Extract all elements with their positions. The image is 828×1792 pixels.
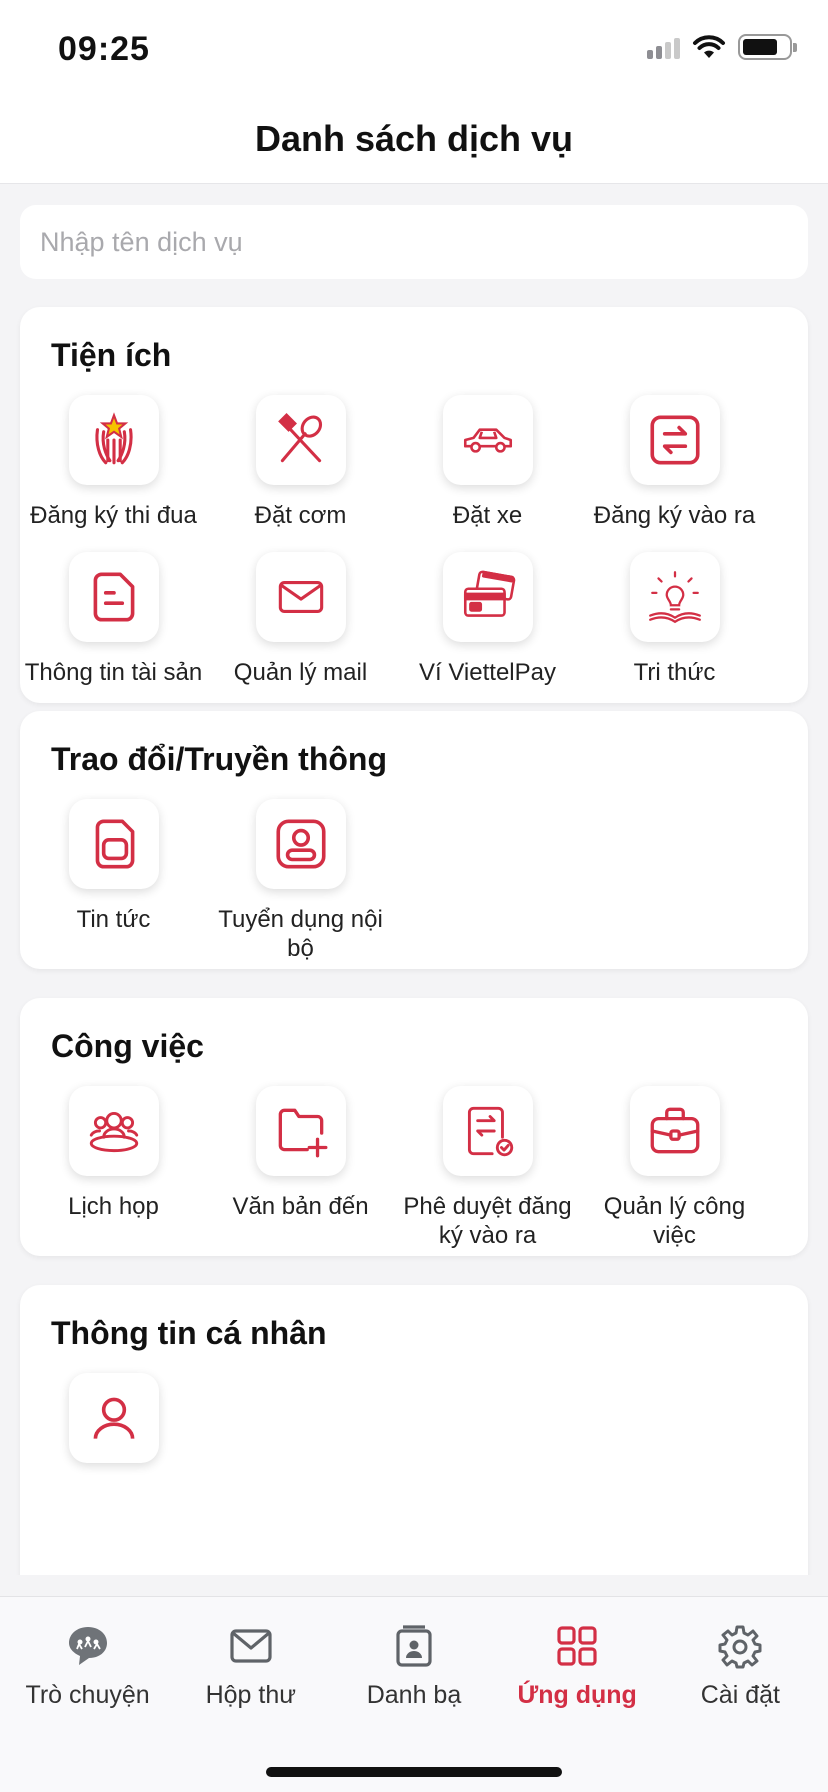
profile-icon bbox=[68, 1373, 159, 1463]
chat-icon bbox=[68, 1627, 107, 1665]
service-label: Đăng ký thi đua bbox=[30, 502, 197, 529]
section-title: Thông tin cá nhân bbox=[51, 1315, 327, 1351]
service-list[interactable]: Tiện ích Đăng ký thi đua bbox=[0, 185, 828, 1575]
status-icons bbox=[647, 34, 797, 60]
service-label: Đặt cơm bbox=[254, 502, 347, 529]
section-title: Công việc bbox=[51, 1028, 204, 1064]
header: Danh sách dịch vụ bbox=[0, 100, 828, 184]
service-label: Lịch họp bbox=[68, 1193, 159, 1220]
folder-add-icon bbox=[255, 1086, 346, 1176]
approve-document-icon bbox=[442, 1086, 533, 1176]
mail-icon bbox=[230, 1629, 272, 1663]
meeting-icon bbox=[68, 1086, 159, 1176]
bottom-tab-bar: Trò chuyện Hộp thư Danh bạ Ứng dụng Cài … bbox=[0, 1596, 828, 1792]
service-quan-ly-mail[interactable]: Quản lý mail bbox=[207, 552, 394, 687]
service-label: Phê duyệt đăng ký vào ra bbox=[403, 1193, 572, 1249]
tab-label: Trò chuyện bbox=[25, 1681, 150, 1709]
tab-hop-thu[interactable]: Hộp thư bbox=[176, 1623, 326, 1710]
service-label: Quản lý công việc bbox=[603, 1193, 746, 1249]
cutlery-icon bbox=[255, 395, 346, 485]
service-label: Đăng ký vào ra bbox=[593, 502, 756, 529]
service-label: Tuyển dụng nội bộ bbox=[218, 906, 383, 962]
service-partially-hidden[interactable] bbox=[20, 1373, 207, 1463]
service-dang-ky-thi-dua[interactable]: Đăng ký thi đua bbox=[20, 395, 207, 530]
cellular-signal-icon bbox=[647, 35, 680, 59]
service-van-ban-den[interactable]: Văn bản đến bbox=[207, 1086, 394, 1250]
service-dat-xe[interactable]: Đặt xe bbox=[394, 395, 581, 530]
service-lich-hop[interactable]: Lịch họp bbox=[20, 1086, 207, 1250]
service-label: Đặt xe bbox=[452, 502, 523, 529]
tab-label: Ứng dụng bbox=[517, 1681, 637, 1709]
service-tri-thuc[interactable]: Tri thức bbox=[581, 552, 768, 687]
service-dang-ky-vao-ra[interactable]: Đăng ký vào ra bbox=[581, 395, 768, 530]
service-dat-com[interactable]: Đặt cơm bbox=[207, 395, 394, 530]
settings-gear-icon bbox=[718, 1625, 762, 1669]
apps-grid-icon bbox=[557, 1626, 597, 1666]
mail-icon bbox=[255, 552, 346, 642]
document-icon bbox=[68, 552, 159, 642]
service-label: Ví ViettelPay bbox=[419, 659, 556, 686]
tab-label: Hộp thư bbox=[205, 1681, 296, 1709]
tab-cai-dat[interactable]: Cài đặt bbox=[665, 1623, 815, 1710]
service-label: Quản lý mail bbox=[233, 659, 368, 686]
briefcase-icon bbox=[629, 1086, 720, 1176]
status-time: 09:25 bbox=[58, 30, 150, 68]
emblem-icon bbox=[68, 395, 159, 485]
car-icon bbox=[442, 395, 533, 485]
service-label: Văn bản đến bbox=[232, 1193, 369, 1220]
service-phe-duyet-dang-ky-vao-ra[interactable]: Phê duyệt đăng ký vào ra bbox=[394, 1086, 581, 1250]
tab-tro-chuyen[interactable]: Trò chuyện bbox=[13, 1623, 163, 1710]
section-cong-viec: Công việc Lịch họp Văn bản đến Phê duyệt… bbox=[20, 998, 808, 1256]
tab-label: Cài đặt bbox=[700, 1681, 780, 1709]
tab-ung-dung[interactable]: Ứng dụng bbox=[502, 1623, 652, 1710]
section-title: Trao đổi/Truyền thông bbox=[51, 741, 387, 777]
service-quan-ly-cong-viec[interactable]: Quản lý công việc bbox=[581, 1086, 768, 1250]
cards-icon bbox=[442, 552, 533, 642]
service-tuyen-dung-noi-bo[interactable]: Tuyển dụng nội bộ bbox=[207, 799, 394, 963]
news-icon bbox=[68, 799, 159, 889]
section-thong-tin-ca-nhan: Thông tin cá nhân bbox=[20, 1285, 808, 1575]
service-label: Thông tin tài sản bbox=[24, 659, 203, 686]
lightbulb-book-icon bbox=[629, 552, 720, 642]
service-thong-tin-tai-san[interactable]: Thông tin tài sản bbox=[20, 552, 207, 687]
profile-card-icon bbox=[255, 799, 346, 889]
service-label: Tin tức bbox=[76, 906, 151, 933]
home-indicator bbox=[266, 1767, 562, 1777]
service-tin-tuc[interactable]: Tin tức bbox=[20, 799, 207, 963]
tab-label: Danh bạ bbox=[366, 1681, 462, 1709]
section-title: Tiện ích bbox=[51, 337, 172, 373]
swap-arrows-icon bbox=[629, 395, 720, 485]
section-tien-ich: Tiện ích Đăng ký thi đua Đặt cơm Đặt xe … bbox=[20, 307, 808, 703]
battery-icon bbox=[738, 34, 797, 60]
section-trao-doi-truyen-thong: Trao đổi/Truyền thông Tin tức Tuyển dụng… bbox=[20, 711, 808, 969]
status-bar: 09:25 bbox=[0, 0, 828, 100]
service-label: Tri thức bbox=[633, 659, 716, 686]
wifi-icon bbox=[693, 35, 725, 58]
search-input[interactable] bbox=[20, 205, 808, 279]
service-vi-viettelpay[interactable]: Ví ViettelPay bbox=[394, 552, 581, 687]
page-title: Danh sách dịch vụ bbox=[254, 118, 574, 159]
tab-danh-ba[interactable]: Danh bạ bbox=[339, 1623, 489, 1710]
contacts-icon bbox=[396, 1625, 432, 1667]
